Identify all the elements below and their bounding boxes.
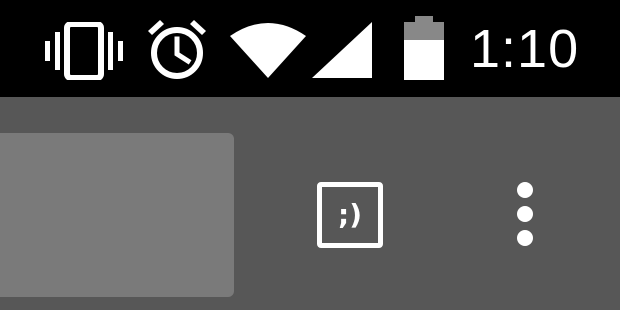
toolbar: ;) <box>0 97 620 310</box>
status-bar: 1:10 <box>0 0 620 97</box>
wifi-icon <box>230 23 306 78</box>
overflow-menu-button[interactable] <box>495 169 555 259</box>
more-vert-icon-dot <box>517 206 533 222</box>
more-vert-icon-dot <box>517 230 533 246</box>
signal-icon <box>312 22 372 78</box>
emoji-label: ;) <box>338 198 362 231</box>
search-box[interactable] <box>0 133 234 297</box>
alarm-icon <box>148 20 206 79</box>
battery-icon <box>404 16 444 80</box>
more-vert-icon-dot <box>517 182 533 198</box>
status-clock: 1:10 <box>470 19 580 79</box>
emoji-button[interactable]: ;) <box>302 167 398 263</box>
vibrate-icon <box>45 22 123 80</box>
emoji-icon: ;) <box>317 182 383 248</box>
